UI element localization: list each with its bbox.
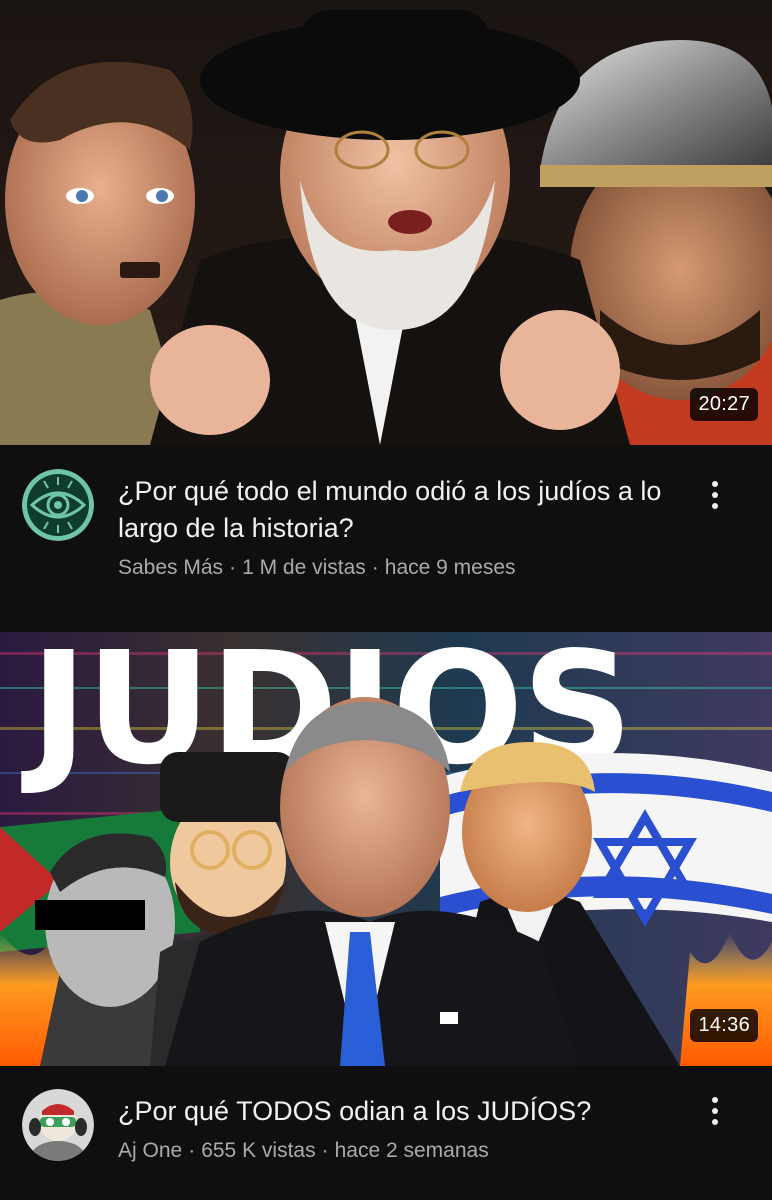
duration-badge: 20:27 — [690, 388, 758, 421]
video-text: ¿Por qué todo el mundo odió a los judíos… — [118, 467, 678, 580]
video-details: ¿Por qué todo el mundo odió a los judíos… — [0, 467, 772, 597]
upload-age: hace 2 semanas — [334, 1139, 489, 1162]
video-card: JUDIOS — [0, 632, 772, 1187]
channel-avatar[interactable] — [22, 1089, 94, 1161]
separator: · — [371, 556, 379, 579]
channel-avatar[interactable] — [22, 469, 94, 541]
video-metadata: Sabes Más · 1 M de vistas · hace 9 meses — [118, 556, 678, 580]
video-title[interactable]: ¿Por qué todo el mundo odió a los judíos… — [118, 473, 678, 547]
view-count: 1 M de vistas — [242, 556, 366, 579]
thumbnail-image: JUDIOS — [0, 632, 772, 1066]
more-options-button[interactable] — [698, 471, 732, 519]
channel-name[interactable]: Sabes Más — [118, 556, 223, 579]
video-text: ¿Por qué TODOS odian a los JUDÍOS? Aj On… — [118, 1087, 678, 1163]
more-vert-icon — [712, 481, 718, 487]
duration-badge: 14:36 — [690, 1009, 758, 1042]
video-title[interactable]: ¿Por qué TODOS odian a los JUDÍOS? — [118, 1093, 678, 1130]
separator: · — [188, 1139, 196, 1162]
video-metadata: Aj One · 655 K vistas · hace 2 semanas — [118, 1139, 678, 1163]
upload-age: hace 9 meses — [384, 556, 516, 579]
channel-name[interactable]: Aj One — [118, 1139, 182, 1162]
view-count: 655 K vistas — [201, 1139, 316, 1162]
separator: · — [229, 556, 237, 579]
video-details: ¿Por qué TODOS odian a los JUDÍOS? Aj On… — [0, 1087, 772, 1187]
separator: · — [321, 1139, 329, 1162]
cartoon-avatar-icon — [22, 1089, 94, 1161]
video-card: 20:27 ¿Por qué todo el mundo odió a los … — [0, 0, 772, 597]
more-options-button[interactable] — [698, 1087, 732, 1135]
eye-logo-icon — [22, 469, 94, 541]
video-feed: 20:27 ¿Por qué todo el mundo odió a los … — [0, 0, 772, 1200]
video-thumbnail[interactable]: 20:27 — [0, 0, 772, 445]
video-thumbnail[interactable]: JUDIOS — [0, 632, 772, 1066]
thumbnail-image — [0, 0, 772, 445]
more-vert-icon — [712, 1097, 718, 1103]
